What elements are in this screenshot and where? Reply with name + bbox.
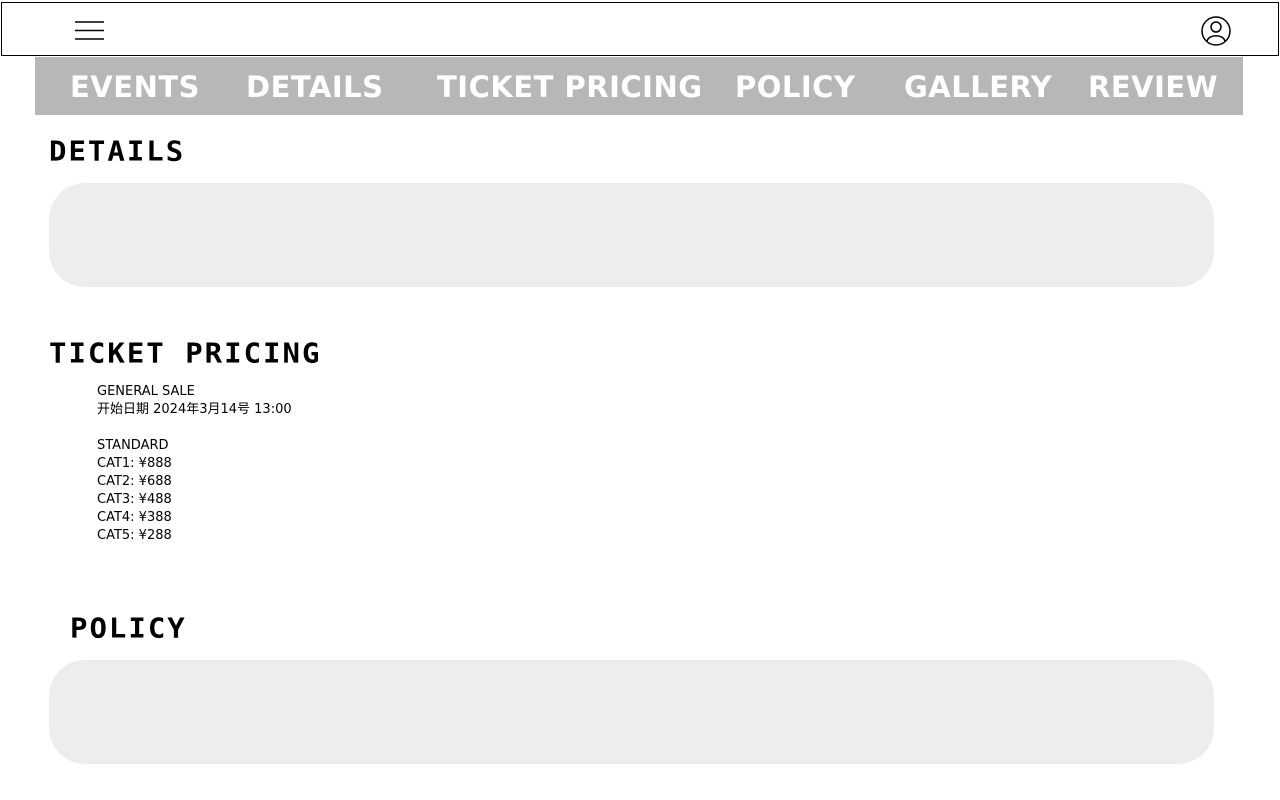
price-category-4: CAT4: ¥388: [97, 510, 172, 525]
policy-content-box: [49, 660, 1214, 764]
ticket-pricing-section-title: TICKET PRICING: [49, 337, 322, 370]
tier-label: STANDARD: [97, 438, 169, 453]
ticket-pricing-info: GENERAL SALE 开始日期 2024年3月14号 13:00 STAND…: [97, 383, 292, 545]
nav-item-events[interactable]: EVENTS: [70, 69, 200, 105]
details-content-box: [49, 183, 1214, 287]
price-category-1: CAT1: ¥888: [97, 456, 172, 471]
nav-item-policy[interactable]: POLICY: [735, 69, 855, 105]
sale-label: GENERAL SALE: [97, 384, 195, 399]
sale-start-date: 开始日期 2024年3月14号 13:00: [97, 402, 292, 417]
policy-section-title: POLICY: [70, 612, 187, 645]
main-navigation: EVENTS DETAILS TICKET PRICING POLICY GAL…: [35, 57, 1243, 115]
top-header-bar: [1, 2, 1279, 56]
details-section-title: DETAILS: [49, 135, 186, 168]
nav-item-ticket-pricing[interactable]: TICKET PRICING: [437, 69, 703, 105]
user-account-icon[interactable]: [1200, 15, 1232, 47]
nav-item-review[interactable]: REVIEW: [1088, 69, 1218, 105]
hamburger-menu-icon[interactable]: [74, 20, 105, 42]
price-category-2: CAT2: ¥688: [97, 474, 172, 489]
price-category-3: CAT3: ¥488: [97, 492, 172, 507]
nav-item-gallery[interactable]: GALLERY: [904, 69, 1052, 105]
price-category-5: CAT5: ¥288: [97, 528, 172, 543]
nav-item-details[interactable]: DETAILS: [246, 69, 384, 105]
